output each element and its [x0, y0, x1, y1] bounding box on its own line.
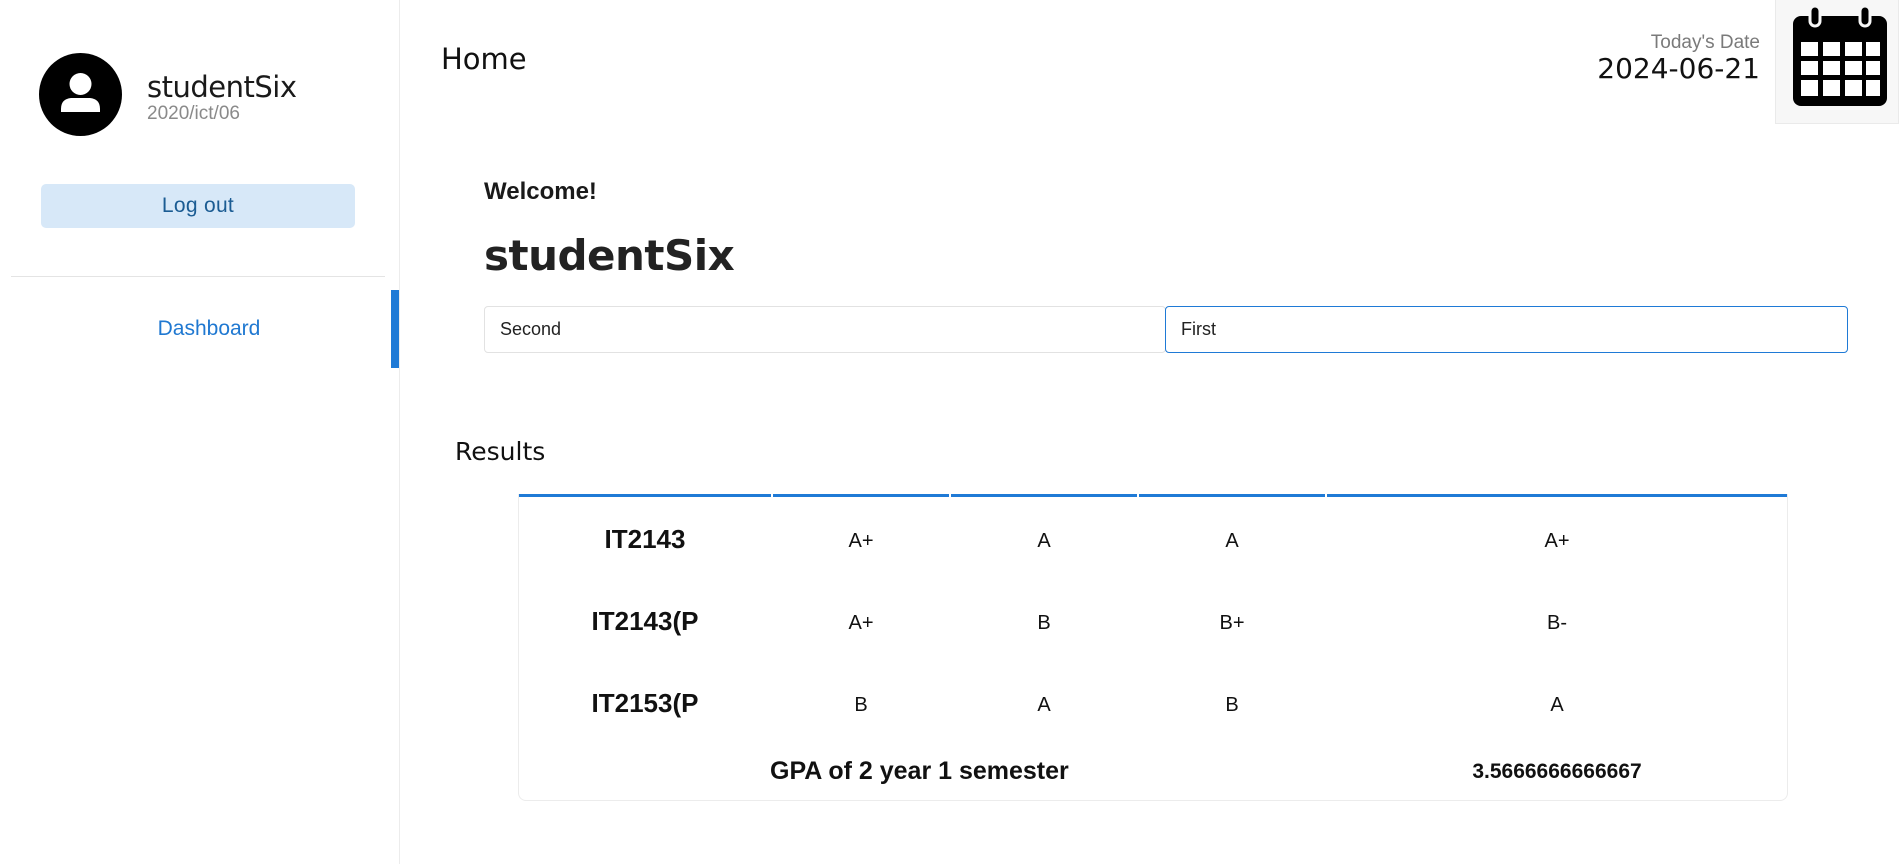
date-label: Today's Date — [1650, 32, 1760, 53]
table-header-rule — [519, 494, 771, 497]
grade-cell: A — [1037, 694, 1051, 716]
calendar-icon — [1793, 4, 1887, 106]
page-title: Home — [441, 42, 527, 76]
grade-cell: B — [854, 694, 868, 716]
semester-select[interactable]: First — [1165, 306, 1848, 353]
profile-name: studentSix — [147, 70, 297, 104]
table-header-rule — [1327, 494, 1787, 497]
grade-cell: A — [1550, 694, 1564, 716]
table-header-rule — [773, 494, 949, 497]
course-code: IT2143 — [604, 524, 686, 554]
sidebar: studentSix 2020/ict/06 Log out Dashboard — [0, 0, 400, 864]
table-header-rule — [951, 494, 1137, 497]
gpa-value: 3.5666666666667 — [1472, 760, 1642, 783]
date-value: 2024-06-21 — [1597, 52, 1760, 85]
logout-button[interactable]: Log out — [41, 184, 355, 228]
grade-cell: B+ — [1219, 612, 1245, 634]
grade-cell: A — [1225, 530, 1239, 552]
course-code: IT2143(P — [591, 606, 699, 636]
table-header-rule — [1139, 494, 1325, 497]
sidebar-item-dashboard[interactable]: Dashboard — [0, 290, 399, 368]
results-heading: Results — [455, 437, 546, 466]
grade-cell: B — [1225, 694, 1239, 716]
profile-id: 2020/ict/06 — [147, 103, 240, 124]
user-avatar-icon — [39, 53, 122, 136]
course-code: IT2153(P — [591, 688, 699, 718]
grade-cell: A+ — [848, 612, 874, 634]
welcome-heading: Welcome! — [484, 178, 597, 205]
grade-cell: B — [1037, 612, 1051, 634]
year-select[interactable]: Second — [484, 306, 1166, 353]
grade-cell: A — [1037, 530, 1051, 552]
grade-cell: A+ — [1544, 530, 1570, 552]
active-nav-indicator — [391, 290, 399, 368]
gpa-label: GPA of 2 year 1 semester — [770, 757, 1069, 785]
calendar-button[interactable] — [1775, 0, 1899, 124]
student-name-heading: studentSix — [484, 231, 735, 280]
sidebar-divider — [11, 276, 385, 277]
sidebar-item-label: Dashboard — [157, 317, 261, 340]
grade-cell: A+ — [848, 530, 874, 552]
grade-cell: B- — [1547, 612, 1567, 634]
